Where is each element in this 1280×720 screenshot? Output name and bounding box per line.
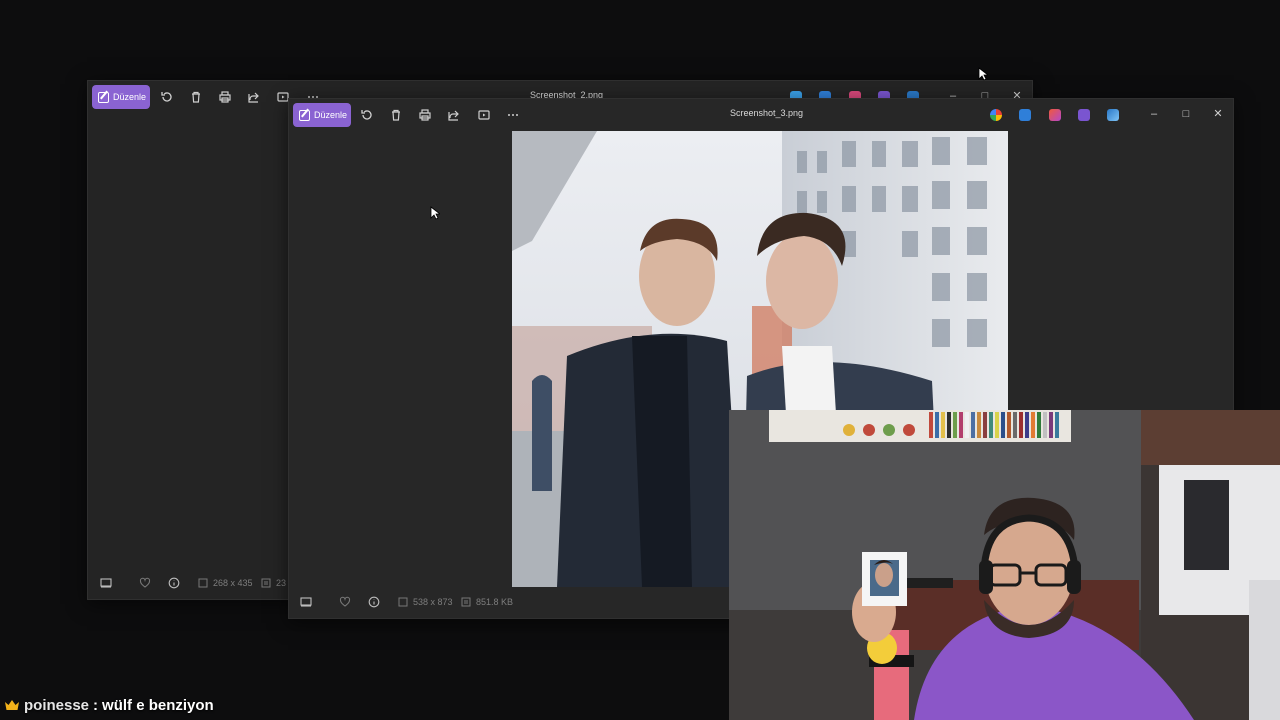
rotate-icon[interactable] — [160, 90, 174, 104]
share-icon[interactable] — [447, 108, 461, 122]
filmstrip-icon[interactable] — [100, 577, 112, 589]
file-size-icon — [260, 577, 272, 589]
file-size-info: 851.8 KB — [460, 596, 513, 608]
maximize-icon[interactable]: □ — [1179, 107, 1193, 121]
app-icon[interactable] — [1078, 109, 1090, 121]
edit-button[interactable]: Düzenle — [92, 85, 150, 109]
image-dimensions: 538 x 873 — [413, 597, 453, 607]
dimensions-info: 538 x 873 — [397, 596, 453, 608]
filmstrip-icon[interactable] — [300, 596, 312, 608]
info-icon[interactable] — [368, 596, 380, 608]
print-icon[interactable] — [218, 90, 232, 104]
edit-button-label: Düzenle — [314, 110, 348, 120]
dimensions-info: 268 x 435 — [197, 577, 253, 589]
app-icon[interactable] — [1049, 109, 1061, 121]
image-dimensions: 268 x 435 — [213, 578, 253, 588]
chat-message: poinesse : wülf e benziyon — [4, 695, 214, 715]
delete-icon[interactable] — [389, 108, 403, 122]
crown-icon — [4, 699, 20, 711]
file-size: 23 — [276, 578, 287, 588]
file-size-icon — [460, 596, 472, 608]
mouse-cursor-icon — [978, 67, 988, 81]
print-icon[interactable] — [418, 108, 432, 122]
info-icon[interactable] — [168, 577, 180, 589]
chat-text: wülf e benziyon — [102, 696, 214, 714]
favorite-icon[interactable] — [139, 577, 151, 589]
image-size-icon — [197, 577, 209, 589]
close-icon[interactable]: ✕ — [1211, 107, 1225, 121]
delete-icon[interactable] — [189, 90, 203, 104]
rotate-icon[interactable] — [360, 108, 374, 122]
favorite-icon[interactable] — [339, 596, 351, 608]
webcam-overlay — [729, 410, 1280, 720]
chat-separator: : — [93, 696, 99, 714]
slideshow-icon[interactable] — [477, 108, 491, 122]
app-icon[interactable] — [1019, 109, 1031, 121]
chat-username: poinesse — [24, 696, 90, 714]
edit-button-label: Düzenle — [113, 92, 147, 102]
file-size: 851.8 KB — [476, 597, 514, 607]
app-icon[interactable] — [1107, 109, 1119, 121]
more-options-icon[interactable] — [506, 108, 520, 122]
mouse-cursor-icon — [430, 206, 440, 220]
window-title: Screenshot_3.png — [730, 108, 804, 118]
edit-icon — [98, 91, 109, 103]
app-icon[interactable] — [990, 109, 1002, 121]
edit-button[interactable]: Düzenle — [293, 103, 351, 127]
minimize-icon[interactable]: – — [1147, 107, 1161, 121]
image-size-icon — [397, 596, 409, 608]
edit-icon — [299, 109, 310, 121]
share-icon[interactable] — [247, 90, 261, 104]
file-size-info: 23 — [260, 577, 286, 589]
titlebar[interactable]: Düzenle Screenshot_3.png – □ ✕ — [289, 99, 1233, 131]
